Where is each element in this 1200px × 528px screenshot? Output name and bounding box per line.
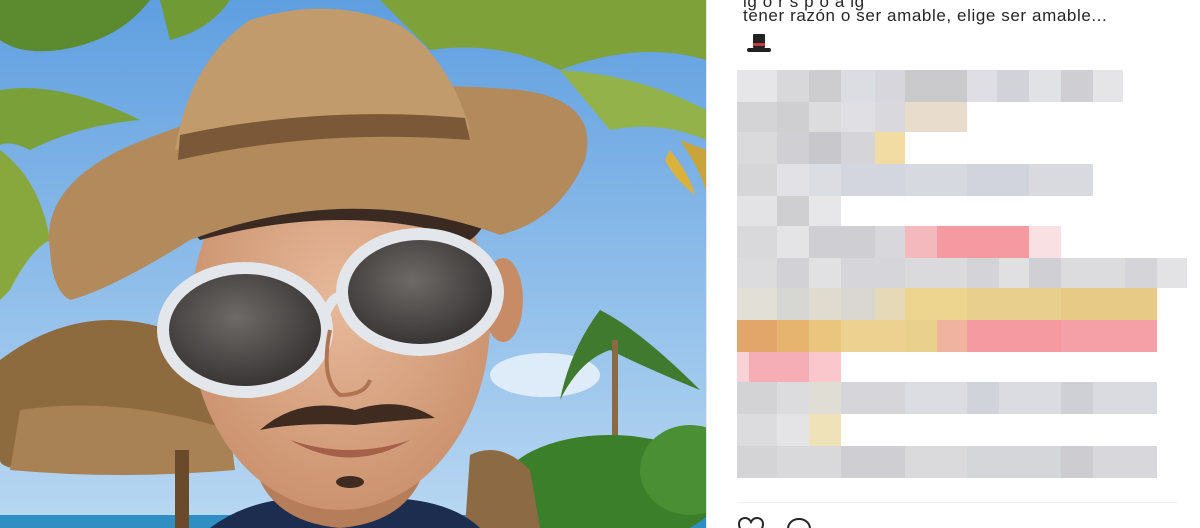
selfie-image (0, 0, 706, 528)
comment-icon[interactable] (785, 516, 813, 528)
top-hat-icon (747, 34, 771, 52)
post-photo (0, 0, 706, 528)
actions-divider (737, 502, 1177, 503)
heart-icon[interactable] (737, 516, 765, 528)
post-actions (737, 516, 813, 528)
post-side-panel: ig o r s p o a ig tener razón o ser amab… (706, 0, 1200, 528)
pixelated-comment-block (737, 70, 1187, 478)
post-caption: tener razón o ser amable, elige ser amab… (743, 6, 1108, 25)
